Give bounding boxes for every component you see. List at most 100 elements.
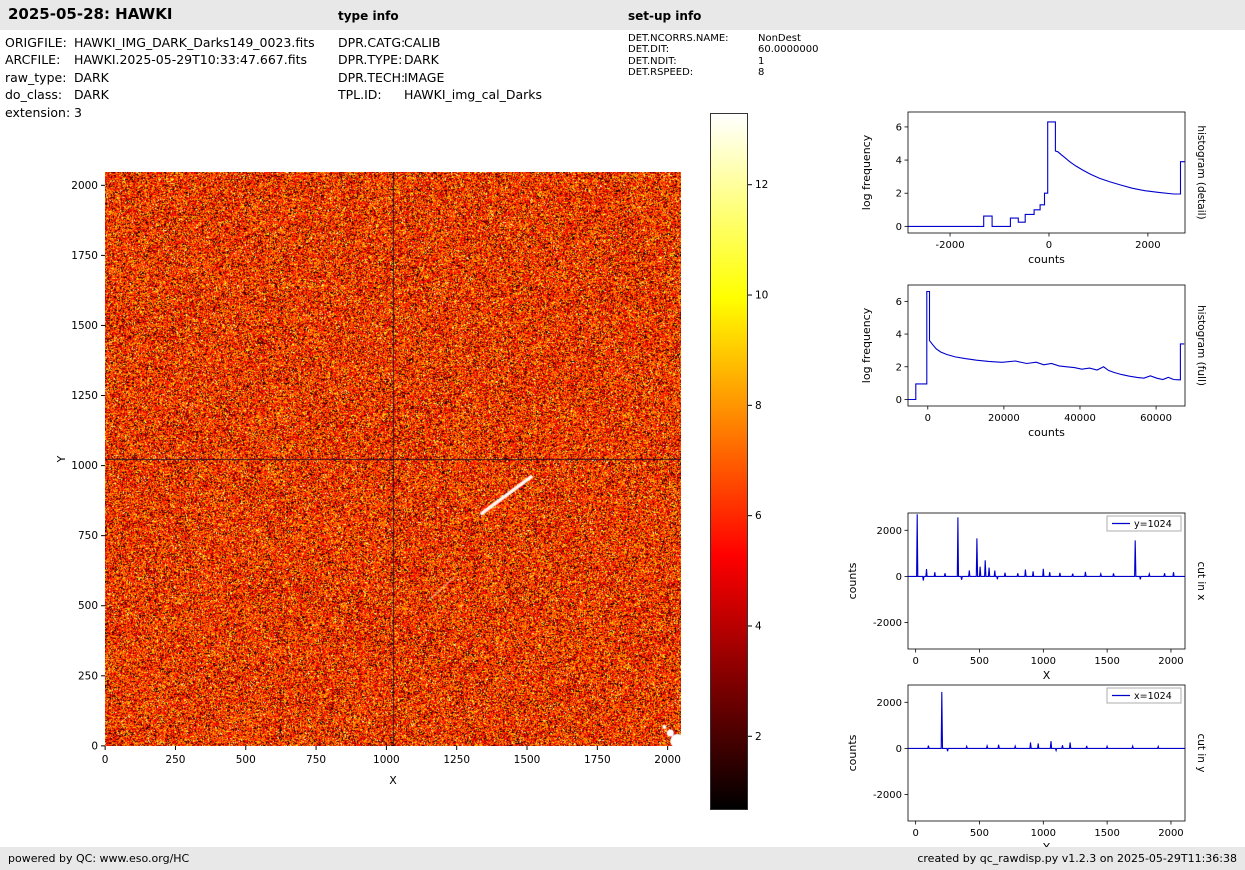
colorbar-axis: 2 4 6 8 10 12 (748, 179, 768, 743)
file-info-label: do_class: (5, 87, 63, 103)
cut-in-y-legend: x=1024 (1106, 687, 1182, 704)
svg-text:-2000: -2000 (936, 240, 965, 251)
svg-text:2: 2 (896, 362, 902, 373)
svg-text:4: 4 (896, 156, 902, 167)
type-info-heading: type info (338, 9, 399, 23)
file-info-row: extension: 3 (5, 104, 315, 121)
svg-text:log frequency: log frequency (860, 307, 873, 383)
svg-text:1500: 1500 (1094, 656, 1119, 667)
svg-text:Y: Y (55, 455, 68, 463)
file-info-row: ORIGFILE: HAWKI_IMG_DARK_Darks149_0023.fi… (5, 34, 315, 51)
svg-text:0: 0 (896, 222, 902, 233)
setup-info-row: DET.NDIT: 1 (628, 56, 818, 67)
svg-text:0: 0 (912, 828, 918, 839)
svg-text:12: 12 (755, 179, 768, 191)
svg-text:1750: 1750 (584, 754, 611, 766)
svg-text:750: 750 (78, 530, 98, 542)
svg-text:2000: 2000 (877, 526, 902, 537)
svg-text:1500: 1500 (1094, 828, 1119, 839)
svg-text:500: 500 (78, 600, 98, 612)
svg-text:0: 0 (925, 413, 931, 424)
file-info-block: ORIGFILE: HAWKI_IMG_DARK_Darks149_0023.fi… (5, 34, 315, 121)
file-info-value: 3 (74, 104, 82, 120)
svg-text:1250: 1250 (71, 390, 98, 402)
setup-info-value: NonDest (758, 33, 801, 44)
cut-in-x-legend: y=1024 (1106, 515, 1182, 532)
svg-text:0: 0 (896, 572, 902, 583)
svg-text:counts: counts (1028, 426, 1065, 439)
svg-text:1000: 1000 (71, 460, 98, 472)
file-info-value: DARK (74, 69, 109, 85)
svg-text:1000: 1000 (1031, 656, 1056, 667)
svg-text:0: 0 (896, 744, 902, 755)
setup-info-label: DET.NDIT: (628, 55, 677, 67)
svg-text:0: 0 (91, 740, 98, 752)
svg-text:500: 500 (970, 656, 989, 667)
type-info-value: DARK (404, 52, 439, 68)
svg-text:750: 750 (306, 754, 326, 766)
type-info-label: DPR.TECH: (338, 69, 406, 85)
svg-text:6: 6 (755, 510, 762, 522)
svg-text:500: 500 (970, 828, 989, 839)
file-info-label: raw_type: (5, 69, 67, 85)
svg-text:2000: 2000 (654, 754, 681, 766)
file-info-value: HAWKI.2025-05-29T10:33:47.667.fits (74, 52, 307, 68)
svg-text:1500: 1500 (71, 320, 98, 332)
dark-frame-image (105, 172, 681, 746)
svg-text:60000: 60000 (1140, 413, 1172, 424)
svg-text:histogram (full): histogram (full) (1195, 305, 1207, 386)
setup-info-row: DET.DIT: 60.0000000 (628, 44, 818, 55)
histogram-full-plot: 0 20000 40000 60000 0 2 4 6 counts log frequency h… (860, 284, 1207, 439)
svg-text:2000: 2000 (1158, 656, 1183, 667)
file-info-row: do_class: DARK (5, 86, 315, 103)
header-bar: 2025-05-28: HAWKI type info set-up info (0, 0, 1245, 30)
type-info-block: DPR.CATG:CALIB DPR.TYPE: DARK DPR.TECH:IMAG… (338, 34, 542, 104)
svg-text:8: 8 (755, 400, 762, 412)
svg-text:cut in y: cut in y (1195, 733, 1207, 772)
type-info-value: HAWKI_img_cal_Darks (404, 87, 543, 103)
type-info-label: DPR.CATG: (338, 35, 406, 50)
file-info-value: DARK (74, 87, 109, 103)
svg-text:500: 500 (236, 754, 256, 766)
svg-text:x=1024: x=1024 (1134, 691, 1172, 702)
type-info-label: TPL.ID: (338, 87, 382, 103)
setup-info-value: 8 (758, 67, 765, 79)
svg-text:6: 6 (896, 122, 902, 133)
file-info-value: HAWKI_IMG_DARK_Darks149_0023.fits (74, 35, 315, 50)
type-info-row: DPR.TECH:IMAGE (338, 69, 542, 86)
setup-info-heading: set-up info (628, 9, 702, 23)
svg-text:y=1024: y=1024 (1134, 519, 1172, 530)
svg-text:250: 250 (78, 670, 98, 682)
svg-text:counts: counts (846, 562, 859, 599)
file-info-label: ORIGFILE: (5, 35, 67, 50)
histogram-detail-plot: -2000 0 2000 0 2 4 6 counts log frequency histogr… (860, 111, 1207, 266)
setup-info-block: DET.NCORRS.NAME: NonDest DET.DIT: 60.000000… (628, 33, 818, 79)
svg-text:40000: 40000 (1064, 413, 1096, 424)
type-info-value: CALIB (404, 35, 441, 50)
svg-text:cut in x: cut in x (1195, 561, 1207, 600)
svg-text:4: 4 (755, 620, 762, 632)
setup-info-label: DET.DIT: (628, 44, 670, 56)
setup-info-row: DET.RSPEED: 8 (628, 67, 818, 78)
svg-text:2000: 2000 (1158, 828, 1183, 839)
svg-text:2000: 2000 (71, 180, 98, 192)
svg-text:1000: 1000 (1031, 828, 1056, 839)
svg-text:-2000: -2000 (873, 618, 902, 629)
svg-text:250: 250 (165, 754, 185, 766)
svg-text:0: 0 (1046, 240, 1052, 251)
type-info-value: IMAGE (404, 69, 445, 85)
svg-text:counts: counts (1028, 253, 1065, 266)
setup-info-value: 1 (758, 55, 765, 67)
svg-text:-2000: -2000 (873, 790, 902, 801)
setup-info-label: DET.NCORRS.NAME: (628, 33, 729, 44)
svg-text:0: 0 (912, 656, 918, 667)
footer-left-link[interactable]: powered by QC: www.eso.org/HC (8, 852, 189, 865)
setup-info-label: DET.RSPEED: (628, 67, 694, 79)
cut-in-x-plot: 0 500 1000 1500 2000 -2000 0 2000 Xcounts cut in … (846, 512, 1207, 682)
svg-text:2000: 2000 (1135, 240, 1160, 251)
svg-text:1750: 1750 (71, 250, 98, 262)
svg-text:1500: 1500 (514, 754, 541, 766)
svg-text:2: 2 (755, 731, 762, 743)
svg-text:X: X (389, 774, 397, 787)
svg-text:0: 0 (102, 754, 109, 766)
